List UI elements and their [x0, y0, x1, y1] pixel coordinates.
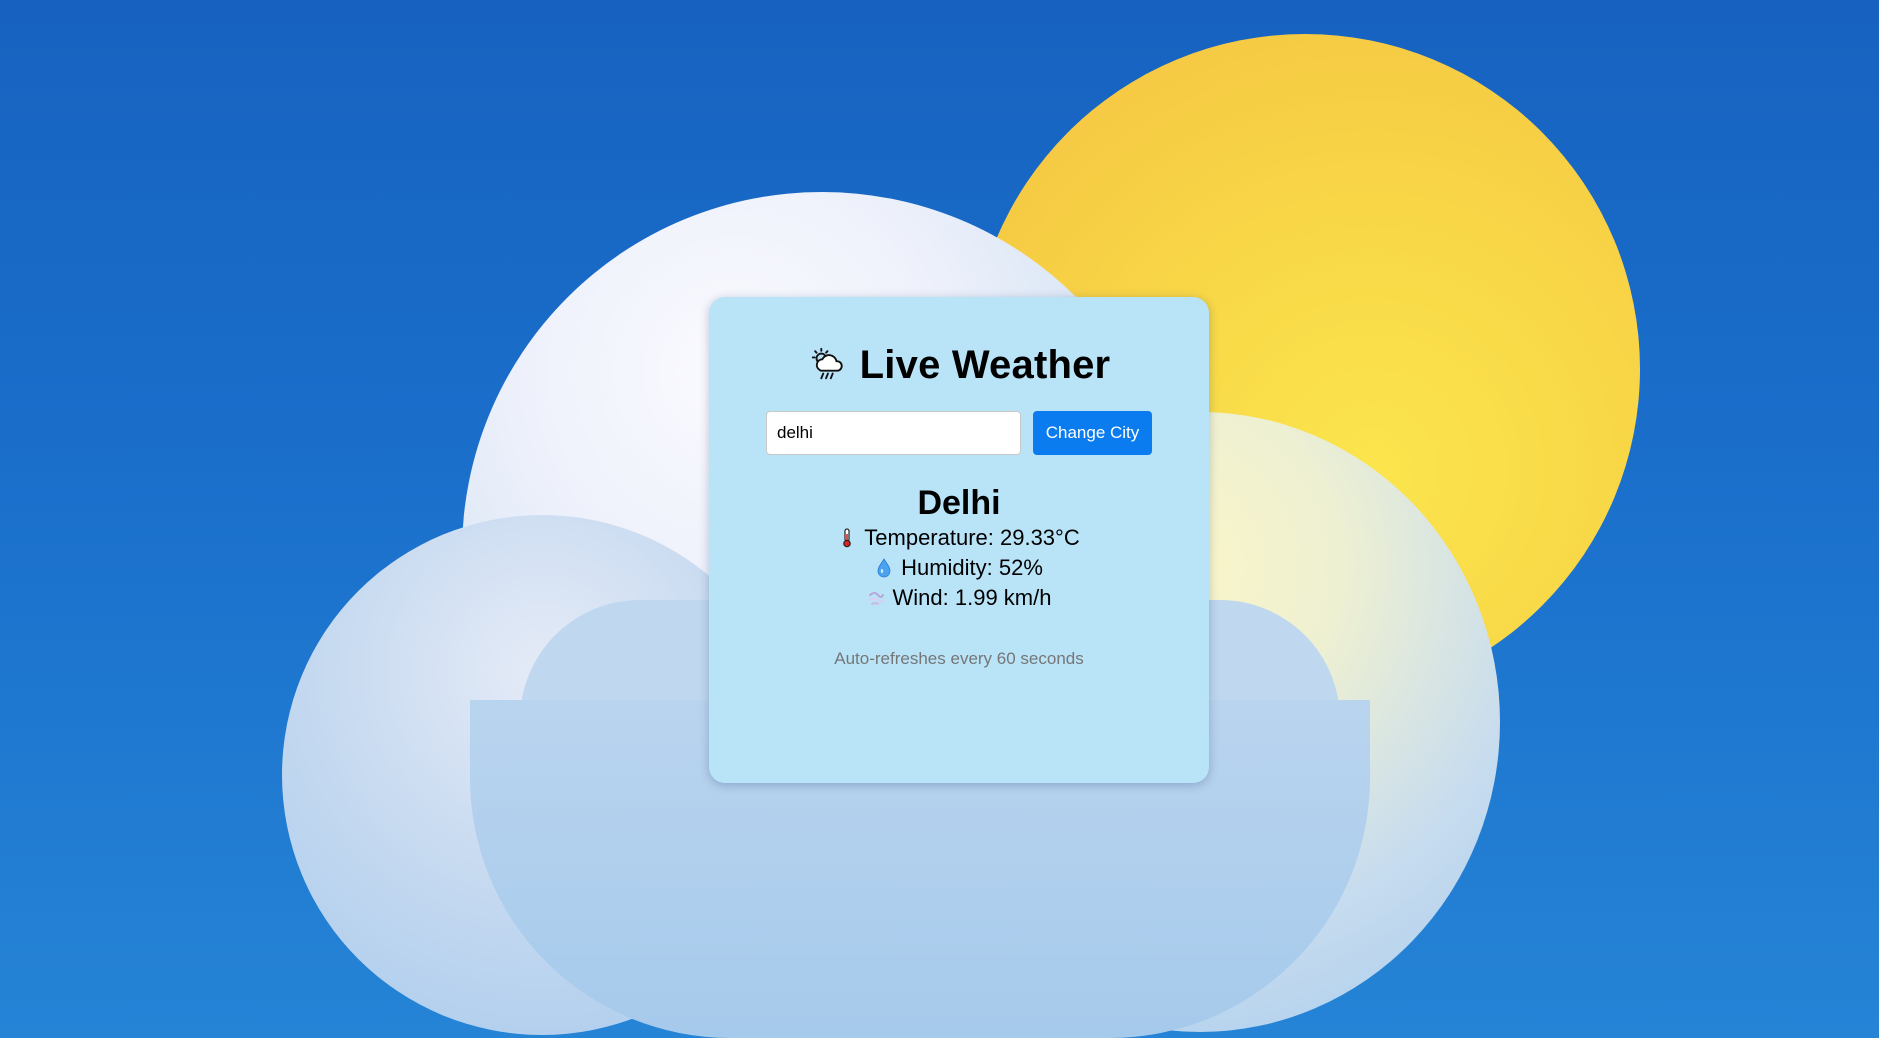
temperature-value: Temperature: 29.33°C — [864, 525, 1080, 550]
wind-icon — [867, 592, 884, 605]
change-city-button[interactable]: Change City — [1033, 411, 1152, 455]
weather-card: Live Weather Change City Delhi Temperatu… — [709, 297, 1209, 783]
city-input[interactable] — [766, 411, 1021, 455]
wind-row: Wind: 1.99 km/h — [709, 583, 1209, 613]
thermometer-icon — [843, 528, 852, 548]
background-scene: Live Weather Change City Delhi Temperatu… — [0, 0, 1879, 1038]
cloud-sun-rain-icon — [811, 347, 843, 380]
city-name: Delhi — [917, 484, 1001, 522]
humidity-value: Humidity: 52% — [901, 555, 1043, 580]
refresh-note: Auto-refreshes every 60 seconds — [834, 649, 1084, 668]
temperature-row: Temperature: 29.33°C — [709, 523, 1209, 553]
city-controls: Change City — [709, 411, 1209, 455]
humidity-row: Humidity: 52% — [709, 553, 1209, 583]
header: Live Weather — [709, 341, 1209, 389]
droplet-icon — [877, 558, 891, 578]
page-title: Live Weather — [859, 342, 1111, 387]
wind-value: Wind: 1.99 km/h — [892, 585, 1052, 610]
